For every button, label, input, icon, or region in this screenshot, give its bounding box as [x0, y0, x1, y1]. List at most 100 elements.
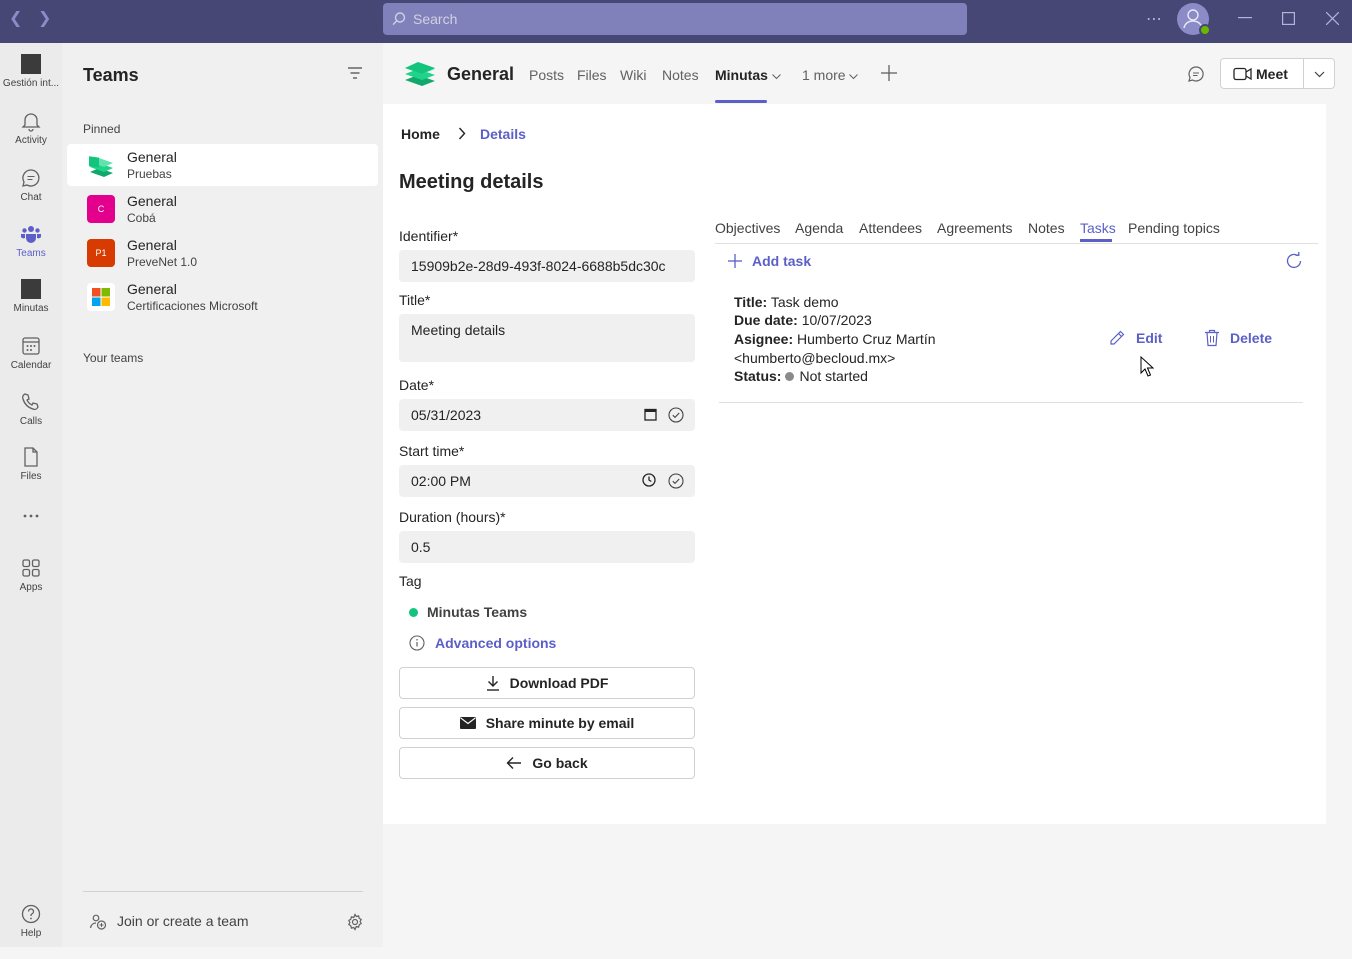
identifier-label: Identifier*	[399, 228, 459, 244]
tab-attendees[interactable]: Attendees	[859, 220, 922, 236]
microsoft-logo-icon	[87, 283, 115, 311]
rail-item-minutas[interactable]: Minutas	[0, 278, 62, 334]
back-arrow-icon[interactable]: ❮	[9, 11, 22, 27]
rail-label: Gestión int...	[2, 78, 60, 89]
rail-item-gestion[interactable]: Gestión int...	[0, 53, 62, 109]
date-field[interactable]: 05/31/2023	[399, 399, 695, 431]
team-channel: General	[127, 281, 177, 297]
close-icon[interactable]	[1326, 12, 1339, 25]
title-field[interactable]: Meeting details	[399, 314, 695, 362]
team-item-prevenet[interactable]: P1 General PreveNet 1.0	[67, 232, 378, 274]
rail-item-activity[interactable]: Activity	[0, 110, 62, 166]
rail-label: Help	[20, 928, 42, 939]
chevron-down-icon	[771, 74, 781, 80]
maximize-icon[interactable]	[1282, 12, 1295, 25]
teams-sidebar: Teams Pinned General Pruebas C General C…	[62, 43, 383, 947]
file-icon	[24, 447, 38, 467]
tab-label: Minutas	[715, 67, 768, 83]
team-item-coba[interactable]: C General Cobá	[67, 188, 378, 230]
stacked-pages-icon	[89, 156, 113, 177]
tab-notes[interactable]: Notes	[662, 67, 699, 83]
rail-label: Chat	[20, 192, 42, 203]
team-channel: General	[127, 193, 177, 209]
meet-button[interactable]: Meet	[1220, 58, 1335, 89]
identifier-field[interactable]: 15909b2e-28d9-493f-8024-6688b5dc30c	[399, 250, 695, 282]
mouse-cursor-icon	[1140, 356, 1154, 377]
clock-icon[interactable]	[642, 473, 656, 487]
tab-files[interactable]: Files	[577, 67, 607, 83]
chevron-down-icon	[849, 74, 859, 80]
tab-objectives[interactable]: Objectives	[715, 220, 780, 236]
go-back-label: Go back	[532, 755, 588, 771]
arrow-left-icon	[506, 756, 522, 769]
bell-icon	[21, 113, 41, 132]
go-back-button[interactable]: Go back	[399, 747, 695, 779]
team-name: Cobá	[127, 211, 156, 225]
more-dots-icon	[23, 514, 39, 518]
download-pdf-button[interactable]: Download PDF	[399, 667, 695, 699]
share-email-button[interactable]: Share minute by email	[399, 707, 695, 739]
refresh-icon[interactable]	[1285, 252, 1303, 270]
search-input[interactable]: Search	[383, 3, 967, 35]
join-create-team-button[interactable]: Join or create a team	[89, 913, 249, 930]
apps-icon	[22, 559, 40, 577]
add-people-icon	[89, 914, 107, 930]
stacked-pages-icon	[405, 62, 435, 86]
conversation-icon[interactable]	[1187, 65, 1205, 83]
edit-label: Edit	[1136, 330, 1163, 346]
rail-more[interactable]	[0, 505, 62, 529]
tab-agreements[interactable]: Agreements	[937, 220, 1012, 236]
filter-icon[interactable]	[348, 67, 362, 79]
breadcrumb-home[interactable]: Home	[401, 126, 440, 142]
presence-badge	[1199, 24, 1211, 36]
avatar[interactable]	[1177, 3, 1211, 36]
chevron-right-icon	[458, 127, 466, 140]
duration-field[interactable]: 0.5	[399, 531, 695, 563]
add-tab-icon[interactable]	[881, 65, 897, 81]
rail-label: Files	[20, 471, 42, 482]
team-item-certificaciones[interactable]: General Certificaciones Microsoft	[67, 276, 378, 318]
chevron-down-icon[interactable]	[1314, 67, 1325, 81]
app-tile-icon	[21, 54, 41, 74]
tab-tasks[interactable]: Tasks	[1080, 220, 1116, 236]
task-assignee-email: <humberto@becloud.mx>	[734, 350, 896, 366]
rail-item-teams[interactable]: Teams	[0, 223, 62, 279]
tab-pending-topics[interactable]: Pending topics	[1128, 220, 1220, 236]
check-circle-icon	[668, 407, 684, 423]
tab-more[interactable]: 1 more	[802, 67, 859, 83]
start-time-value: 02:00 PM	[411, 473, 471, 489]
team-item-pruebas[interactable]: General Pruebas	[67, 144, 378, 186]
tab-agenda[interactable]: Agenda	[795, 220, 843, 236]
tab-minutas[interactable]: Minutas	[715, 67, 781, 83]
pencil-icon	[1110, 330, 1125, 345]
rail-item-calendar[interactable]: Calendar	[0, 335, 62, 391]
minimize-icon[interactable]	[1238, 17, 1252, 19]
search-placeholder: Search	[413, 11, 458, 27]
delete-task-button[interactable]: Delete	[1204, 329, 1272, 347]
rail-item-chat[interactable]: Chat	[0, 167, 62, 223]
tab-wiki[interactable]: Wiki	[620, 67, 646, 83]
edit-task-button[interactable]: Edit	[1108, 330, 1162, 347]
gear-icon[interactable]	[346, 913, 364, 931]
rail-item-help[interactable]: Help	[0, 903, 62, 959]
trash-icon	[1205, 329, 1219, 346]
more-options-icon[interactable]: ⋯	[1146, 9, 1162, 29]
add-task-button[interactable]: Add task	[728, 253, 811, 269]
divider	[715, 243, 1318, 244]
advanced-options-link[interactable]: Advanced options	[409, 635, 556, 651]
calendar-picker-icon[interactable]	[644, 408, 657, 421]
app-tile-icon	[21, 279, 41, 299]
page-title: Meeting details	[399, 171, 544, 193]
start-time-field[interactable]: 02:00 PM	[399, 465, 695, 497]
tab-posts[interactable]: Posts	[529, 67, 564, 83]
join-label: Join or create a team	[117, 913, 249, 929]
divider	[83, 891, 363, 892]
rail-label: Calls	[19, 416, 43, 427]
rail-item-calls[interactable]: Calls	[0, 391, 62, 447]
rail-item-apps[interactable]: Apps	[0, 557, 62, 613]
tag-item[interactable]: Minutas Teams	[409, 604, 527, 620]
team-name: Pruebas	[127, 167, 172, 181]
forward-arrow-icon[interactable]: ❯	[38, 11, 51, 27]
rail-item-files[interactable]: Files	[0, 446, 62, 502]
tab-notes[interactable]: Notes	[1028, 220, 1065, 236]
